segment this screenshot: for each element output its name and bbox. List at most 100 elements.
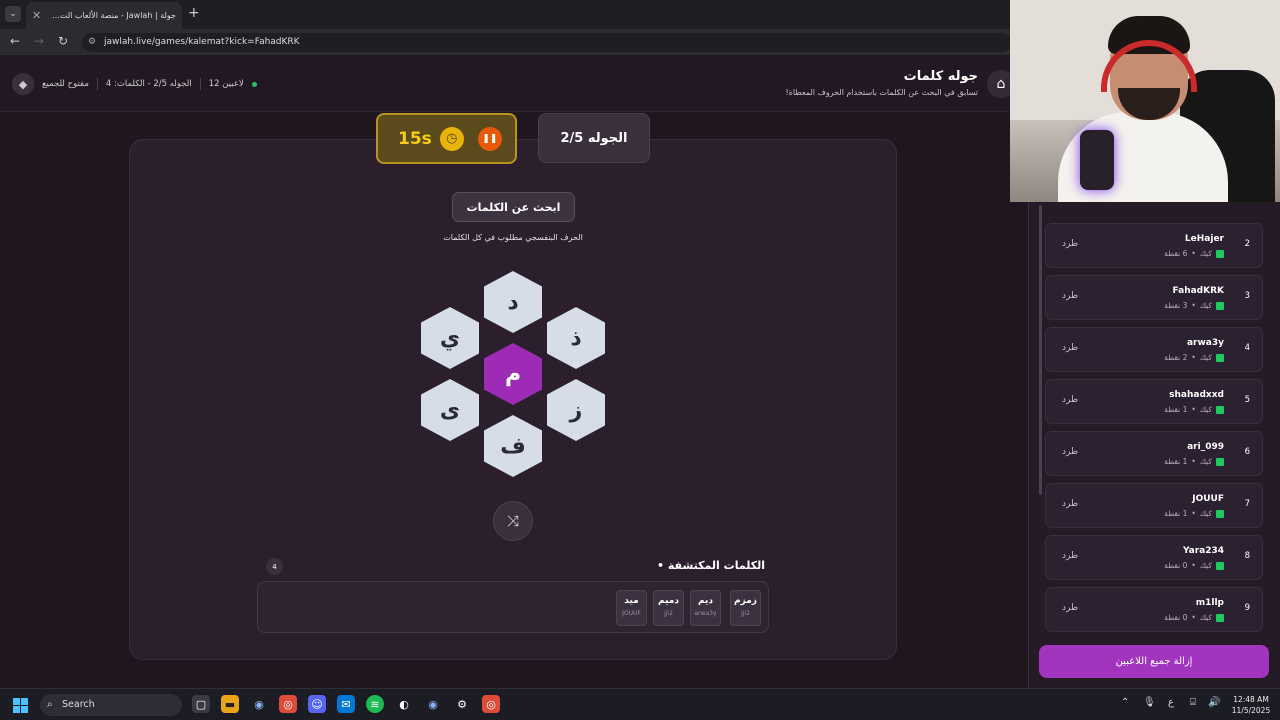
kick-button[interactable]: طرد [1062,551,1078,561]
player-name: LeHajer [1184,234,1224,244]
address-bar-row: ← → ↻ ⚙ jawlah.live/games/kalemat?kick=F… [0,29,1012,55]
found-word: دميم [658,596,679,606]
player-name: FahadKRK [1172,286,1225,296]
task-view-icon[interactable]: ▢ [192,695,210,713]
players-count: 12 لاعبين [208,79,244,89]
player-row: 5 shahadxxd كيك • 1 نقطة طرد [1045,379,1263,424]
kick-label: كيك [1199,561,1212,570]
round-card: الجوله 2/5 [538,113,650,163]
open-status: مفتوح للجميع [42,79,89,89]
reload-icon[interactable]: ↻ [58,34,68,48]
site-info-icon[interactable]: ⚙ [88,33,96,52]
player-row: 2 LeHajer كيك • 6 نقطة طرد [1045,223,1263,268]
player-rank: 6 [1244,447,1250,457]
player-rank: 5 [1244,395,1250,405]
remove-all-players-button[interactable]: إزالة جميع اللاعبين [1039,645,1269,678]
back-icon[interactable]: ← [10,34,20,48]
kick-button[interactable]: طرد [1062,395,1078,405]
taskbar-search-label: Search [62,699,95,710]
kick-button[interactable]: طرد [1062,499,1078,509]
found-words-title: الكلمات المكتشفة • [657,559,765,572]
kick-button[interactable]: طرد [1062,447,1078,457]
player-meta: كيك • 6 نقطة [1164,249,1224,258]
player-row: 3 FahadKRK كيك • 3 نقطة طرد [1045,275,1263,320]
kick-button[interactable]: طرد [1062,603,1078,613]
language-indicator[interactable]: ع [1168,697,1174,708]
url-field[interactable]: ⚙ jawlah.live/games/kalemat?kick=FahadKR… [82,33,1012,52]
player-name: JOUUF [1192,494,1224,504]
page-subtitle: تسابق في البحث عن الكلمات باستخدام الحرو… [785,88,978,97]
kick-icon [1216,405,1224,414]
browser-tab[interactable]: جولة | Jawlah - منصة الألعاب الت... ✕ [26,2,182,29]
player-score: 6 نقطة [1164,249,1188,258]
kick-label: كيك [1199,509,1212,518]
player-score: 3 نقطة [1164,301,1188,310]
player-name: m1llp [1195,598,1224,608]
microphone-icon[interactable]: 🎙 [1143,697,1156,708]
player-meta: كيك • 1 نقطة [1164,405,1224,414]
obs-icon[interactable]: ◐ [395,695,413,713]
taskbar-search[interactable]: ⌕ Search [40,694,182,716]
clock-icon: ◷ [439,126,464,151]
kick-icon [1216,509,1224,518]
timer-card: 15s ◷ ❚❚ [376,113,517,164]
kick-label: كيك [1199,301,1212,310]
network-icon[interactable]: ⌸ [1190,697,1196,708]
steam-icon[interactable]: ◉ [424,695,442,713]
forward-icon[interactable]: → [34,34,44,48]
players-scrollbar[interactable] [1039,205,1042,495]
new-tab-icon[interactable]: + [188,5,200,21]
player-row: 7 JOUUF كيك • 1 نقطة طرد [1045,483,1263,528]
header-status: ◆ مفتوح للجميع الجوله 2/5 - الكلمات: 4 1… [12,73,257,95]
player-rank: 2 [1244,239,1250,249]
kick-label: كيك [1199,405,1212,414]
player-row: 4 arwa3y كيك • 2 نقطة طرد [1045,327,1263,372]
player-score: 0 نقطة [1164,613,1188,622]
player-meta: كيك • 0 نقطة [1164,613,1224,622]
hint-text: الحرف البنفسجي مطلوب في كل الكلمات [443,233,583,242]
player-score: 1 نقطة [1164,457,1188,466]
platform-logo-icon[interactable]: ◆ [12,73,34,95]
tab-search-button[interactable]: ⌄ [5,6,21,22]
pause-button[interactable]: ❚❚ [477,126,502,151]
found-word-chip: دميم jji2 [653,590,684,626]
kick-button[interactable]: طرد [1062,343,1078,353]
clock-time: 12:48 AM [1233,695,1269,704]
volume-icon[interactable]: 🔊 [1208,697,1220,708]
mail-icon[interactable]: ✉ [337,695,355,713]
divider [199,78,201,90]
found-words-label: الكلمات المكتشفة [667,559,765,572]
found-word-user: jji2 [741,610,750,617]
divider [96,78,98,90]
spotify-icon[interactable]: ≋ [366,695,384,713]
webcam-overlay [1010,0,1280,202]
chrome-icon[interactable]: ◎ [482,695,500,713]
file-explorer-icon[interactable]: ▬ [221,695,239,713]
settings-icon[interactable]: ⚙ [453,695,471,713]
round-info: الجوله 2/5 - الكلمات: 4 [105,79,192,89]
page-title: جوله كلمات [903,69,978,84]
found-word: زمزم [734,596,757,606]
found-count-badge: 4 [266,558,283,575]
player-meta: كيك • 1 نقطة [1164,457,1224,466]
game-header: ⌂ جوله كلمات تسابق في البحث عن الكلمات ب… [0,55,1015,112]
webcam-microphone [1080,130,1114,190]
show-hidden-icons[interactable]: ⌃ [1121,697,1129,708]
kick-button[interactable]: طرد [1062,239,1078,249]
player-score: 0 نقطة [1164,561,1188,570]
found-word-user: JOUUF [622,610,641,617]
shuffle-button[interactable]: ⤨ [493,501,533,541]
kick-button[interactable]: طرد [1062,291,1078,301]
discord-icon[interactable]: ☺ [308,695,326,713]
windows-start-icon[interactable] [13,698,28,713]
close-tab-icon[interactable]: ✕ [32,9,41,22]
player-rank: 7 [1244,499,1250,509]
found-word-chip: زمزم jji2 [730,590,761,626]
player-row: 6 ari_099 كيك • 1 نقطة طرد [1045,431,1263,476]
chrome-icon[interactable]: ◎ [279,695,297,713]
player-name: ari_099 [1187,442,1224,452]
player-meta: كيك • 0 نقطة [1164,561,1224,570]
taskbar-clock[interactable]: 12:48 AM 11/5/2025 [1226,694,1276,716]
steam-icon[interactable]: ◉ [250,695,268,713]
kick-icon [1216,301,1224,310]
